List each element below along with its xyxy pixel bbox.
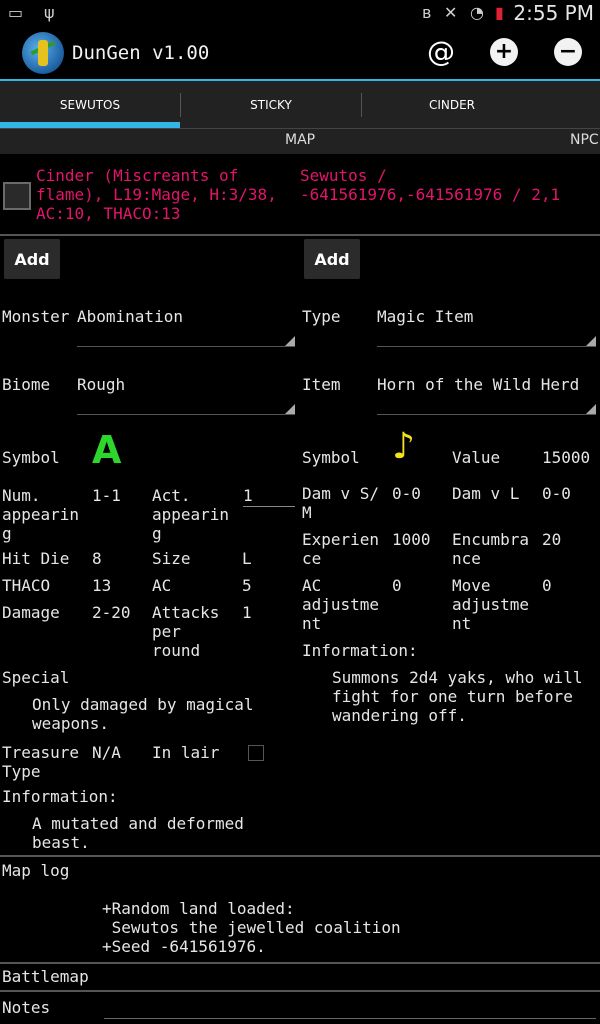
act-appearing-field[interactable]: 1 [243,486,253,505]
attacks-label: Attacks per round [152,603,220,660]
battery-icon: ▮ [495,3,504,22]
spinner-arrow-icon [285,404,295,414]
app-icon[interactable] [22,32,64,74]
divider [0,962,600,964]
spinner-arrow-icon [586,404,596,414]
item-label: Item [302,375,341,394]
subtab-npc[interactable]: NPC [570,132,599,148]
divider [0,855,600,857]
item-symbol-label: Symbol [302,448,360,467]
notes-input[interactable] [104,1018,596,1019]
move-adjustment-label: Move adjustme nt [452,576,530,633]
monster-symbol-label: Symbol [2,448,60,467]
damage-value: 2-20 [92,603,131,622]
dam-l-value: 0-0 [542,484,571,503]
usb-icon: ψ [44,3,55,22]
monster-symbol: A [92,428,122,472]
bluetooth-icon: ʙ [422,3,432,22]
item-info-text: Summons 2d4 yaks, who will fight for one … [332,668,583,725]
treasure-value: N/A [92,743,121,762]
status-bar: ▭ ψ ʙ ✕ ◔ ▮ 2:55 PM [0,0,600,26]
type-label: Type [302,307,341,326]
clock: 2:55 PM [513,1,594,25]
ac-value: 5 [242,576,252,595]
tab-bar: SEWUTOS STICKY CINDER [0,81,600,128]
special-label: Special [2,668,70,687]
treasure-label: Treasure Type [2,743,80,781]
move-adjustment-value: 0 [542,576,552,595]
battlemap-label[interactable]: Battlemap [2,967,89,986]
encumbrance-label: Encumbra nce [452,530,530,568]
size-label: Size [152,549,191,568]
dam-l-label: Dam v L [452,484,520,503]
map-log-text: +Random land loaded: Sewutos the jewelle… [102,899,401,956]
value-label: Value [452,448,501,467]
notes-label: Notes [2,998,51,1017]
screen-mirror-icon: ▭ [8,3,24,22]
value-value: 15000 [542,448,591,467]
monster-label: Monster [2,307,70,326]
ac-label: AC [152,576,172,595]
size-value: L [242,549,252,568]
lair-label: In lair [152,743,220,762]
tab-sticky[interactable]: STICKY [181,81,361,128]
subtab-bar: MAP NPC [0,129,600,154]
wifi-icon: ◔ [470,3,484,22]
location-summary: Sewutos / -641561976,-641561976 / 2,1 [300,166,561,204]
ac-adjustment-label: AC adjustme nt [302,576,380,633]
character-summary[interactable]: Cinder (Miscreants of flame), L19:Mage, … [36,166,277,223]
ac-adjustment-value: 0 [392,576,402,595]
monster-info-text: A mutated and deformed beast. [32,814,244,852]
monster-info-label: Information: [2,787,118,806]
add-icon[interactable]: + [490,38,518,66]
num-appearing-value: 1-1 [92,486,121,505]
spinner-arrow-icon [285,336,295,346]
experience-label: Experien ce [302,530,380,568]
subtab-map[interactable]: MAP [285,132,315,148]
add-item-button[interactable]: Add [304,239,360,279]
encumbrance-value: 20 [542,530,562,549]
remove-icon[interactable]: − [554,38,582,66]
item-spinner[interactable]: Horn of the Wild Herd [377,375,579,394]
divider [0,234,600,236]
dam-sm-value: 0-0 [392,484,421,503]
spinner-arrow-icon [586,336,596,346]
damage-label: Damage [2,603,60,622]
lair-checkbox[interactable] [248,745,264,761]
experience-value: 1000 [392,530,431,549]
item-symbol: ♪ [392,426,415,467]
hit-die-label: Hit Die [2,549,70,568]
dam-sm-label: Dam v S/M [302,484,380,522]
app-title: DunGen v1.00 [72,42,210,64]
thaco-label: THACO [2,576,51,595]
attacks-value: 1 [242,603,252,622]
thaco-value: 13 [92,576,112,595]
hit-die-value: 8 [92,549,102,568]
num-appearing-label: Num. appearin g [2,486,80,543]
act-appearing-label: Act. appearin g [152,486,230,543]
biome-label: Biome [2,375,51,394]
map-log-label: Map log [2,861,70,880]
spiral-icon[interactable]: @ [427,38,455,66]
monster-spinner[interactable]: Abomination [77,307,183,326]
mute-icon: ✕ [444,3,458,22]
tab-cinder[interactable]: CINDER [362,81,542,128]
item-info-label: Information: [302,641,418,660]
special-text: Only damaged by magical weapons. [32,695,254,733]
type-spinner[interactable]: Magic Item [377,307,473,326]
biome-spinner[interactable]: Rough [77,375,125,394]
tab-sewutos[interactable]: SEWUTOS [0,81,180,128]
divider [0,990,600,992]
add-monster-button[interactable]: Add [4,239,60,279]
character-checkbox[interactable] [3,182,31,210]
